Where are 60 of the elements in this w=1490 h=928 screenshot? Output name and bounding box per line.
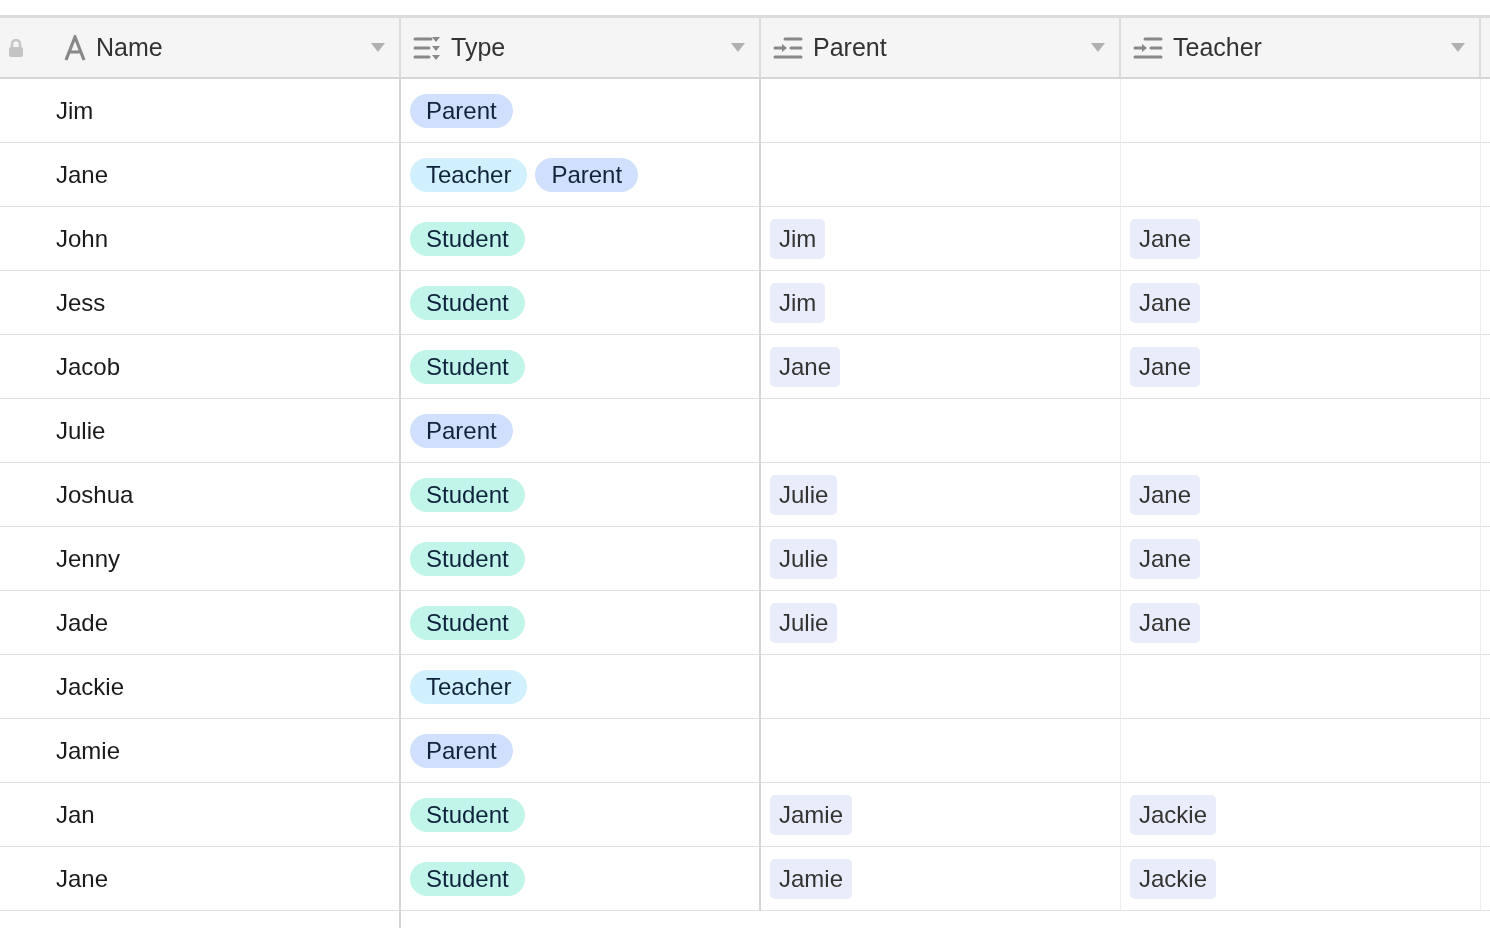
type-tag: Student [410, 285, 525, 320]
linked-record-chip[interactable]: Jamie [770, 858, 853, 899]
arrow-into-list-icon [1133, 35, 1163, 60]
type-tag: Parent [535, 157, 639, 192]
type-tag: Student [410, 221, 525, 256]
column-header[interactable]: Teacher [1121, 18, 1481, 79]
type-tag: Parent [410, 93, 513, 128]
name-cell: Jade [56, 608, 109, 637]
name-cell: Jane [56, 160, 109, 189]
linked-record-chip[interactable]: Jane [1130, 282, 1201, 323]
linked-record-chip[interactable]: Jane [1130, 474, 1201, 515]
linked-record-chip[interactable]: Jane [1130, 602, 1201, 643]
dropdown-caret-icon[interactable] [1451, 42, 1465, 53]
name-cell: John [56, 224, 109, 253]
column-header[interactable]: Parent [761, 18, 1121, 79]
type-tag: Student [410, 605, 525, 640]
type-tag: Teacher [410, 669, 528, 704]
linked-record-chip[interactable]: Julie [770, 538, 838, 579]
linked-record-chip[interactable]: Jackie [1130, 858, 1217, 899]
name-cell: Jenny [56, 544, 121, 573]
type-tag: Parent [410, 733, 513, 768]
column-title: Teacher [1173, 33, 1263, 62]
name-cell: Jackie [56, 672, 125, 701]
name-cell: Jim [56, 96, 94, 125]
name-cell: Jane [56, 864, 109, 893]
linked-record-chip[interactable]: Julie [770, 602, 838, 643]
linked-record-chip[interactable]: Jane [770, 346, 841, 387]
name-cell: Jess [56, 288, 106, 317]
name-cell: Jan [56, 800, 95, 829]
type-tag: Student [410, 797, 525, 832]
linked-record-chip[interactable]: Jane [1130, 346, 1201, 387]
linked-record-chip[interactable]: Jim [770, 218, 826, 259]
dropdown-caret-icon[interactable] [1091, 42, 1105, 53]
arrow-into-list-icon [773, 35, 803, 60]
column-header[interactable]: Name [0, 18, 401, 79]
type-tag: Parent [410, 413, 513, 448]
column-header[interactable]: Type [401, 18, 761, 79]
name-cell: Julie [56, 416, 106, 445]
linked-record-chip[interactable]: Jim [770, 282, 826, 323]
type-tag: Teacher [410, 157, 528, 192]
column-title: Parent [813, 33, 888, 62]
type-tag: Student [410, 477, 525, 512]
name-cell: Jacob [56, 352, 121, 381]
dropdown-caret-icon[interactable] [371, 42, 385, 53]
linked-record-chip[interactable]: Jane [1130, 218, 1201, 259]
column-title: Type [451, 33, 507, 62]
letter-a-icon [64, 34, 86, 61]
linked-record-chip[interactable]: Jamie [770, 794, 853, 835]
linked-record-chip[interactable]: Jackie [1130, 794, 1217, 835]
column-title: Name [96, 33, 164, 62]
linked-record-chip[interactable]: Julie [770, 474, 838, 515]
type-tag: Student [410, 349, 525, 384]
name-cell: Joshua [56, 480, 134, 509]
dropdown-caret-icon[interactable] [731, 42, 745, 53]
lock-icon [8, 38, 24, 57]
list-with-carets-icon [413, 35, 441, 60]
type-tag: Student [410, 541, 525, 576]
name-cell: Jamie [56, 736, 121, 765]
linked-record-chip[interactable]: Jane [1130, 538, 1201, 579]
type-tag: Student [410, 861, 525, 896]
